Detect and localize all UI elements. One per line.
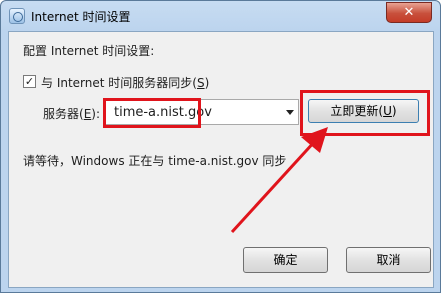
arrow-shaft	[230, 138, 318, 234]
arrow-head-icon	[301, 127, 328, 153]
annotation-arrow	[230, 127, 328, 234]
